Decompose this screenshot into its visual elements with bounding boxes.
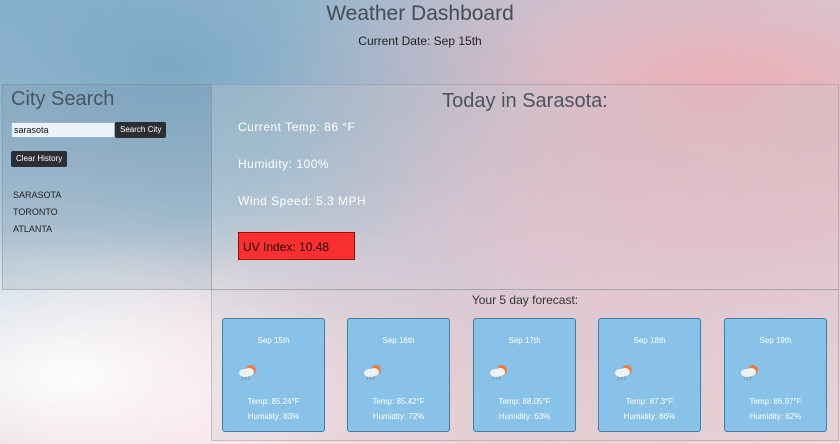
wind-speed: Wind Speed: 5.3 MPH bbox=[238, 194, 367, 208]
cloud-sun-rain-icon bbox=[362, 363, 384, 383]
forecast-card: Sep 19th Temp: 86.97°F Humidity: 62% bbox=[724, 318, 827, 432]
current-date: Current Date: Sep 15th bbox=[358, 34, 482, 48]
uv-index-badge: UV Index: 10.48 bbox=[238, 232, 355, 260]
cloud-sun-rain-icon bbox=[739, 363, 761, 383]
today-title: Today in Sarasota: bbox=[442, 90, 608, 112]
forecast-humidity: Humidity: 72% bbox=[372, 412, 425, 421]
forecast-temp: Temp: 85.42°F bbox=[372, 397, 425, 406]
forecast-humidity: Humidity: 62% bbox=[749, 412, 802, 421]
cloud-sun-rain-icon bbox=[237, 363, 259, 383]
forecast-humidity: Humidity: 66% bbox=[623, 412, 676, 421]
history-item[interactable]: ATLANTA bbox=[13, 221, 61, 238]
page-title: Weather Dashboard bbox=[326, 2, 514, 25]
search-history-list: SARASOTA TORONTO ATLANTA bbox=[13, 187, 61, 238]
history-item[interactable]: SARASOTA bbox=[13, 187, 61, 204]
forecast-temp: Temp: 88.05°F bbox=[498, 397, 551, 406]
forecast-card: Sep 15th Temp: 85.24°F Humidity: 83% bbox=[222, 318, 325, 432]
forecast-date: Sep 18th bbox=[633, 336, 666, 345]
forecast-card: Sep 16th Temp: 85.42°F Humidity: 72% bbox=[347, 318, 450, 432]
forecast-date: Sep 15th bbox=[257, 336, 290, 345]
forecast-panel: Your 5 day forecast: Sep 15th Temp: 85.2… bbox=[211, 289, 839, 441]
clear-history-button[interactable]: Clear History bbox=[11, 151, 68, 167]
humidity: Humidity: 100% bbox=[238, 157, 330, 171]
city-search-input[interactable] bbox=[11, 122, 115, 138]
forecast-date: Sep 19th bbox=[759, 336, 792, 345]
forecast-humidity: Humidity: 83% bbox=[247, 412, 300, 421]
current-temp: Current Temp: 86 °F bbox=[238, 120, 356, 134]
forecast-humidity: Humidity: 63% bbox=[498, 412, 551, 421]
search-city-button[interactable]: Search City bbox=[115, 122, 167, 138]
city-search-title: City Search bbox=[11, 88, 115, 110]
city-search-panel: City Search Search City Clear History SA… bbox=[2, 84, 212, 290]
forecast-date: Sep 16th bbox=[382, 336, 415, 345]
forecast-card: Sep 18th Temp: 87.3°F Humidity: 66% bbox=[598, 318, 701, 432]
forecast-temp: Temp: 85.24°F bbox=[247, 397, 300, 406]
history-item[interactable]: TORONTO bbox=[13, 204, 61, 221]
cloud-sun-rain-icon bbox=[488, 363, 510, 383]
forecast-card: Sep 17th Temp: 88.05°F Humidity: 63% bbox=[473, 318, 576, 432]
forecast-date: Sep 17th bbox=[508, 336, 541, 345]
today-panel: Today in Sarasota: Current Temp: 86 °F H… bbox=[211, 84, 839, 290]
forecast-temp: Temp: 87.3°F bbox=[625, 397, 674, 406]
forecast-title: Your 5 day forecast: bbox=[471, 293, 579, 307]
header: Weather Dashboard Current Date: Sep 15th bbox=[0, 0, 840, 84]
forecast-temp: Temp: 86.97°F bbox=[749, 397, 802, 406]
cloud-sun-rain-icon bbox=[613, 363, 635, 383]
